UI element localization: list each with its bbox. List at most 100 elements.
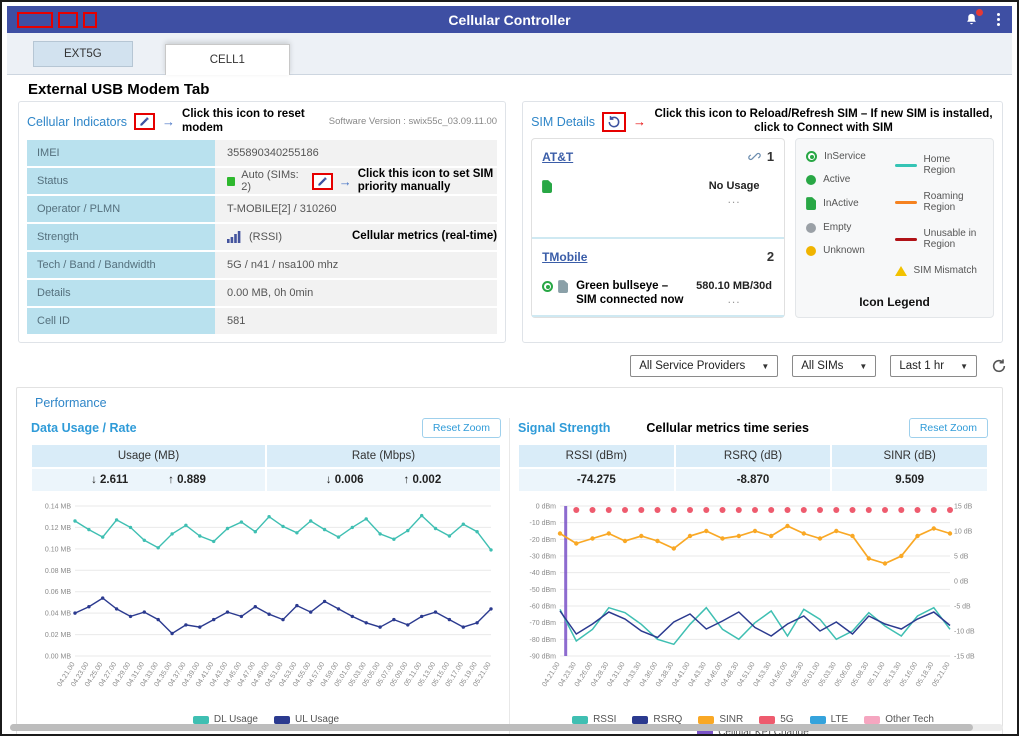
sim-status-icons [542,180,552,193]
stat-value: ↓ 0.006 ↑ 0.002 [266,468,501,492]
indicator-row: IMEI355890340255186 [27,140,497,166]
legend-label: Home Region [924,154,983,176]
indicator-row: Operator / PLMNT-MOBILE[2] / 310260 [27,196,497,222]
sinr-value: 9.509 [831,468,988,492]
legend-chip [572,716,588,724]
refresh-sim-button[interactable] [602,112,626,132]
stat-value: ↓ 2.611 ↑ 0.889 [31,468,266,492]
reset-zoom-button[interactable]: Reset Zoom [909,418,988,438]
svg-text:-50 dBm: -50 dBm [530,587,557,594]
svg-text:0.00 MB: 0.00 MB [45,654,71,661]
tab-cell1[interactable]: CELL1 [165,44,290,75]
tab-bar: EXT5G CELL1 [7,33,1012,75]
indicator-value: 5G / n41 / nsa100 mhz [215,252,497,278]
legend-label: SIM Mismatch [914,265,977,276]
software-version: Software Version : swix55c_03.09.11.00 [329,116,497,127]
arrow-right-icon: → [162,114,175,129]
indicator-label: IMEI [27,140,215,166]
indicator-label: Strength [27,224,215,250]
horizontal-scrollbar[interactable] [10,724,1003,731]
arrow-right-icon: → [633,114,646,129]
sim-more-button[interactable]: ... [694,292,774,306]
legend-item: Empty [806,222,894,233]
legend-item: Roaming Region [895,191,983,213]
sims-select[interactable]: All SIMs ▼ [792,355,876,377]
svg-text:-15 dB: -15 dB [954,654,975,661]
sim-slot-number: 1 [767,149,774,164]
svg-text:0.12 MB: 0.12 MB [45,525,71,532]
chart-title: Signal Strength [518,421,610,435]
arrow-right-icon: → [339,174,352,189]
select-value: All Service Providers [639,360,745,372]
sim-card-icon [806,197,816,210]
legend-label: Roaming Region [924,191,983,213]
data-usage-card: Data Usage / Rate Reset Zoom Usage (MB) … [23,418,509,736]
legend-label: Active [823,174,850,185]
legend-label: Unusable in Region [924,228,983,250]
svg-text:-5 dB: -5 dB [954,604,971,611]
sim-priority-edit-icon[interactable] [312,173,333,190]
chevron-down-icon: ▼ [960,362,968,371]
tab-ext5g[interactable]: EXT5G [33,41,133,67]
pencil-icon [139,116,150,127]
legend-chip [274,716,290,724]
bullseye-icon [542,281,553,292]
indicator-row: Strength(RSSI)Cellular metrics (real-tim… [27,224,497,250]
sim-entry: TMobile2Green bullseye – SIM connected n… [532,239,784,317]
signal-strength-card: Signal Strength Cellular metrics time se… [509,418,996,736]
legend-item: Active [806,174,894,185]
indicator-label: Tech / Band / Bandwidth [27,252,215,278]
select-value: All SIMs [801,360,843,372]
svg-text:5 dB: 5 dB [954,554,969,561]
app-header: Cellular Controller [7,6,1012,33]
indicator-row: Tech / Band / Bandwidth 5G / n41 / nsa100… [27,252,497,278]
indicator-row: Cell ID581 [27,308,497,334]
filters-row: All Service Providers ▼ All SIMs ▼ Last … [2,355,1007,377]
sim-name-link[interactable]: TMobile [542,250,587,264]
data-usage-chart[interactable]: 0.14 MB0.12 MB0.10 MB0.08 MB0.06 MB0.04 … [31,496,501,712]
indicator-label: Details [27,280,215,306]
page-title: Cellular Controller [7,12,1012,28]
notifications-bell-icon[interactable] [964,12,979,27]
sim-status-icons [542,280,568,293]
svg-text:0 dB: 0 dB [954,579,969,586]
refresh-icon [607,115,621,129]
region-line-icon [895,164,917,167]
scrollbar-thumb[interactable] [10,724,973,731]
overflow-menu-button[interactable] [995,11,1002,28]
chart-title: Data Usage / Rate [31,421,137,435]
refresh-charts-button[interactable] [991,358,1007,374]
annotation-time-series: Cellular metrics time series [646,421,809,435]
sim-more-button[interactable]: ... [694,192,774,206]
chevron-down-icon: ▼ [761,362,769,371]
service-provider-select[interactable]: All Service Providers ▼ [630,355,778,377]
svg-text:0.14 MB: 0.14 MB [45,504,71,511]
svg-text:0.04 MB: 0.04 MB [45,611,71,618]
sim-name-link[interactable]: AT&T [542,150,573,164]
select-value: Last 1 hr [899,360,944,372]
status-dot-icon [806,175,816,185]
svg-text:-40 dBm: -40 dBm [530,570,557,577]
svg-text:-10 dBm: -10 dBm [530,520,557,527]
reset-modem-edit-icon[interactable] [134,113,155,130]
indicator-value: 581 [215,308,497,334]
indicator-value: 355890340255186 [215,140,497,166]
redaction-box [58,12,78,28]
svg-text:-70 dBm: -70 dBm [530,620,557,627]
stat-header: RSRQ (dB) [675,444,832,468]
indicator-row: Details0.00 MB, 0h 0min [27,280,497,306]
signal-strength-chart[interactable]: 0 dBm-10 dBm-20 dBm-30 dBm-40 dBm-50 dBm… [518,496,988,712]
legend-label: Unknown [823,245,865,256]
bullseye-icon [806,151,817,162]
reset-zoom-button[interactable]: Reset Zoom [422,418,501,438]
rate-download: ↓ 0.006 [326,474,364,486]
annotation-sim-priority: Click this icon to set SIM priority manu… [358,168,497,195]
legend-item: SIM Mismatch [895,265,983,276]
time-range-select[interactable]: Last 1 hr ▼ [890,355,977,377]
indicator-value: Auto (SIMs: 2)→Click this icon to set SI… [215,168,497,194]
redaction-box [17,12,53,28]
indicator-text: 5G / n41 / nsa100 mhz [227,259,338,271]
indicator-label: Cell ID [27,308,215,334]
indicator-text: T-MOBILE[2] / 310260 [227,203,336,215]
legend-chip [698,716,714,724]
